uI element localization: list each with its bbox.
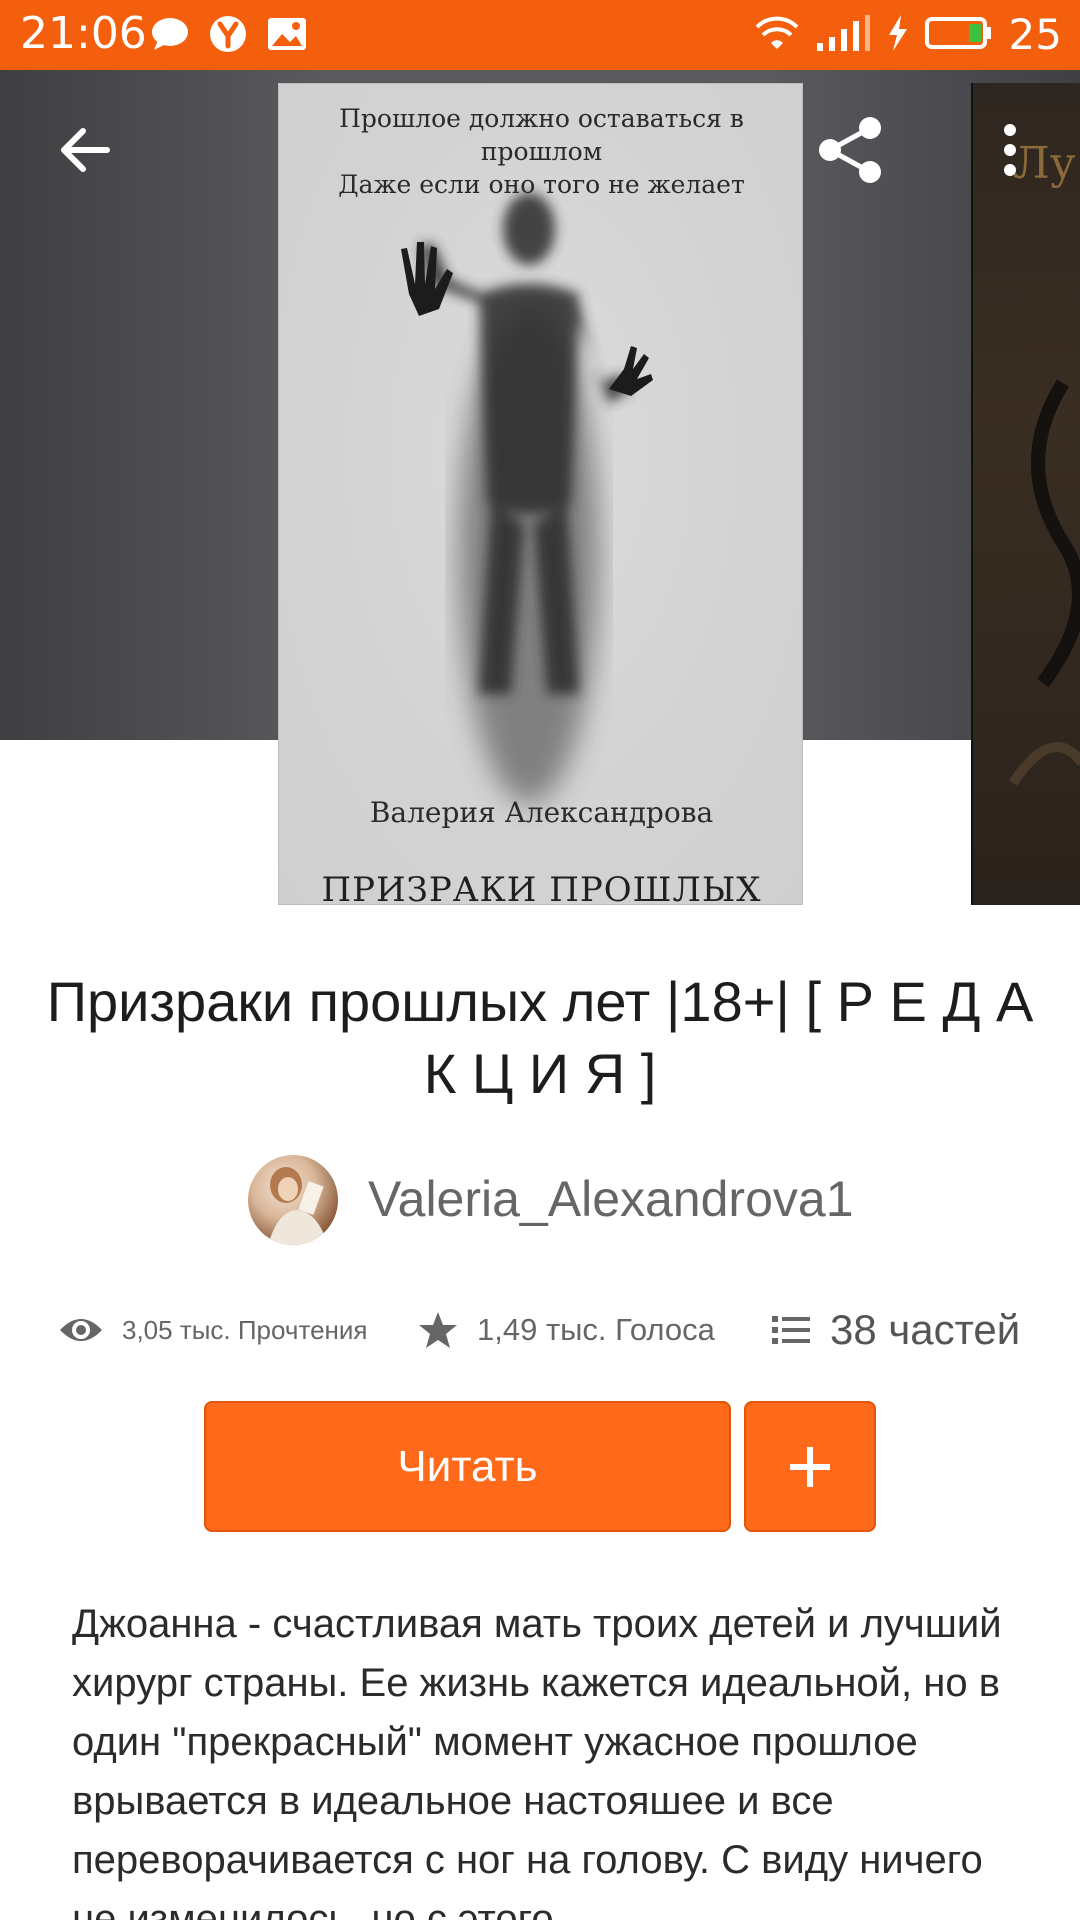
- status-time: 21:06: [20, 8, 147, 59]
- parts-count[interactable]: 38 частей: [830, 1306, 1020, 1354]
- votes-stat: 1,49 тыс. Голоса: [417, 1300, 715, 1360]
- arrow-left-icon: [61, 128, 110, 172]
- ornament-illustration: [1008, 379, 1080, 786]
- story-stats: 3,05 тыс. Прочтения 1,49 тыс. Голоса 38 …: [0, 1300, 1080, 1360]
- ghost-figure-illustration: [401, 193, 653, 804]
- author-row[interactable]: Valeria_Alexandrova1: [0, 1155, 1080, 1245]
- author-name[interactable]: Valeria_Alexandrova1: [368, 1169, 854, 1229]
- list-icon: [772, 1316, 810, 1344]
- more-vertical-icon: [1004, 124, 1016, 176]
- cover-tagline: Прошлое должно оставаться в прошлом Даже…: [279, 102, 802, 201]
- chat-bubble-icon: [150, 16, 190, 57]
- book-cover[interactable]: Прошлое должно оставаться в прошлом Даже…: [278, 83, 803, 905]
- signal-icon: [815, 13, 871, 58]
- wifi-icon: [755, 13, 799, 58]
- yandex-icon: [208, 14, 248, 59]
- back-button[interactable]: [50, 115, 120, 185]
- status-bar: 21:06 25: [0, 0, 1080, 70]
- plus-icon: [790, 1446, 830, 1487]
- share-button[interactable]: [810, 110, 890, 190]
- charging-icon: [887, 13, 909, 58]
- cover-tagline-line2: Даже если оно того не желает: [338, 170, 745, 199]
- battery-percent: 25: [1008, 10, 1062, 59]
- star-icon: [419, 1312, 457, 1348]
- share-icon: [819, 117, 881, 183]
- image-icon: [266, 16, 308, 57]
- story-title: Призраки прошлых лет |18+| [ Р Е Д А К Ц…: [46, 970, 1034, 1105]
- author-avatar[interactable]: [248, 1155, 338, 1245]
- story-description: Джоанна - счастливая мать троих детей и …: [72, 1602, 1002, 1920]
- add-to-library-button[interactable]: [744, 1401, 876, 1532]
- more-options-button[interactable]: [990, 115, 1030, 185]
- avatar-image: [268, 1167, 328, 1245]
- eye-icon: [60, 1319, 102, 1341]
- votes-count: 1,49 тыс. Голоса: [477, 1312, 715, 1347]
- cover-title: ПРИЗРАКИ ПРОШЛЫХ ЛЕТ: [321, 870, 762, 905]
- next-book-cover[interactable]: Лу: [971, 83, 1080, 905]
- cover-author: Валерия Александрова: [369, 796, 714, 829]
- cover-tagline-line1: Прошлое должно оставаться в прошлом: [339, 104, 744, 166]
- read-button[interactable]: Читать: [204, 1401, 731, 1532]
- status-right: 25: [755, 8, 1062, 62]
- parts-stat[interactable]: 38 частей: [770, 1300, 1020, 1360]
- notification-icons: [150, 14, 308, 59]
- reads-count: 3,05 тыс. Прочтения: [122, 1314, 368, 1345]
- battery-icon: [924, 15, 993, 56]
- reads-stat: 3,05 тыс. Прочтения: [58, 1300, 368, 1360]
